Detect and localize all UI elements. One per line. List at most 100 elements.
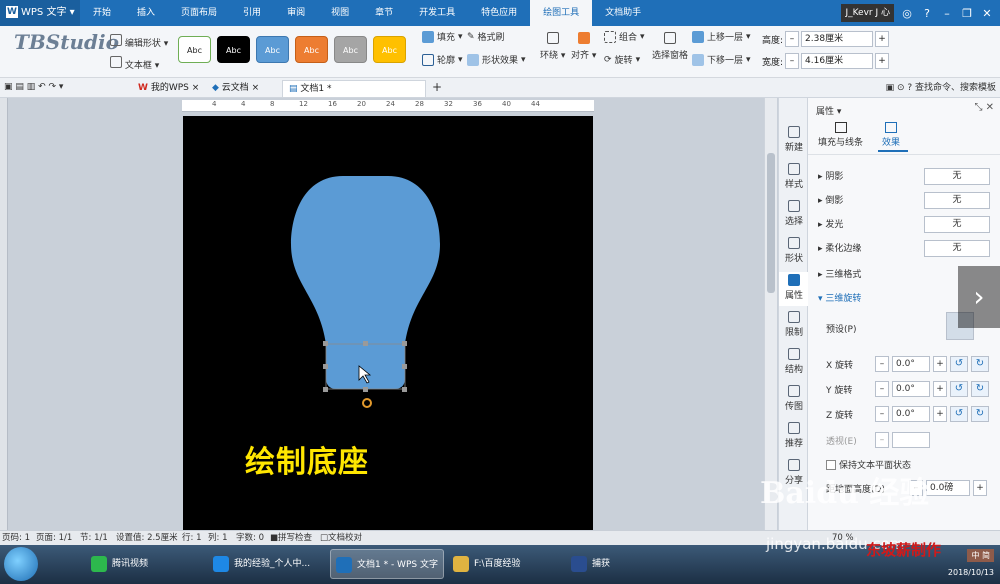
rail-item-0[interactable]: 新建 xyxy=(779,124,809,158)
resize-handle[interactable] xyxy=(323,341,328,346)
tab-1[interactable]: 插入 xyxy=(124,0,168,26)
rail-item-7[interactable]: 传图 xyxy=(779,383,809,417)
distance-input[interactable]: 0.0磅 xyxy=(926,480,970,496)
next-arrow-icon[interactable]: › xyxy=(958,266,1000,328)
rotate-ccw-icon[interactable]: ↺ xyxy=(950,406,968,422)
z-rotation-decrease[interactable]: – xyxy=(875,406,889,422)
start-button[interactable] xyxy=(4,547,38,581)
rotate-up-icon[interactable]: ↺ xyxy=(950,381,968,397)
y-rotation-input[interactable]: 0.0° xyxy=(892,381,930,397)
edit-shape-button[interactable]: 编辑形状 ▾ xyxy=(110,34,168,49)
taskbar-item-4[interactable]: 捕获 xyxy=(566,549,626,579)
quick-access-toolbar[interactable]: ▣ ▤ ▥ ↶ ↷ ▾ xyxy=(4,82,63,92)
rail-item-4[interactable]: 属性 xyxy=(779,272,809,306)
effect-section-1[interactable]: ▸ 倒影无 xyxy=(808,192,1000,210)
tab-my-wps[interactable]: W 我的WPS × xyxy=(132,80,205,97)
command-search[interactable]: ▣ ⊙ ? 查找命令、搜索模板 xyxy=(886,78,996,98)
taskbar-item-0[interactable]: 腾讯视频 xyxy=(86,549,202,579)
width-input[interactable]: 4.16厘米 xyxy=(801,53,874,69)
restore-icon[interactable]: ❐ xyxy=(960,7,974,20)
fill-button[interactable]: 填充 ▾ xyxy=(422,30,463,43)
taskbar-item-3[interactable]: F:\百度经验 xyxy=(448,549,560,579)
z-rotation-increase[interactable]: + xyxy=(933,406,947,422)
tab-2[interactable]: 页面布局 xyxy=(168,0,230,26)
rotate-button[interactable]: ⟳ 旋转 ▾ xyxy=(604,53,645,67)
effect-value-dropdown[interactable]: 无 xyxy=(924,216,990,233)
format-brush-button[interactable]: ✎ 格式刷 xyxy=(467,30,526,44)
x-rotation-input[interactable]: 0.0° xyxy=(892,356,930,372)
send-backward-button[interactable]: 下移一层 ▾ xyxy=(692,53,751,66)
rotate-right-icon[interactable]: ↻ xyxy=(971,356,989,372)
rail-item-8[interactable]: 推荐 xyxy=(779,420,809,454)
shape-style-4[interactable]: Abc xyxy=(334,36,367,63)
rotate-down-icon[interactable]: ↻ xyxy=(971,381,989,397)
tab-3[interactable]: 引用 xyxy=(230,0,274,26)
minimize-icon[interactable]: – xyxy=(940,7,954,20)
resize-handle[interactable] xyxy=(402,341,407,346)
perspective-decrease[interactable]: – xyxy=(875,432,889,448)
help-icon[interactable]: ? xyxy=(920,7,934,20)
height-increase-button[interactable]: + xyxy=(875,31,890,47)
y-rotation-decrease[interactable]: – xyxy=(875,381,889,397)
resize-handle[interactable] xyxy=(363,387,368,392)
resize-handle[interactable] xyxy=(323,364,328,369)
effect-section-0[interactable]: ▸ 阴影无 xyxy=(808,168,1000,186)
effect-value-dropdown[interactable]: 无 xyxy=(924,240,990,257)
tab-10[interactable]: 文档助手 xyxy=(592,0,654,26)
effect-section-3[interactable]: ▸ 柔化边缘无 xyxy=(808,240,1000,258)
group-button[interactable]: 组合 ▾ xyxy=(604,30,645,43)
width-increase-button[interactable]: + xyxy=(875,53,890,69)
bulb-body-shape[interactable] xyxy=(291,176,440,344)
effect-value-dropdown[interactable]: 无 xyxy=(924,192,990,209)
shape-style-0[interactable]: Abc xyxy=(178,36,211,63)
selection-pane-button[interactable]: 选择窗格 xyxy=(652,32,688,61)
tab-8[interactable]: 特色应用 xyxy=(468,0,530,26)
shape-style-2[interactable]: Abc xyxy=(256,36,289,63)
tab-4[interactable]: 审阅 xyxy=(274,0,318,26)
tab-fill-and-line[interactable]: 填充与线条 xyxy=(818,122,863,148)
y-rotation-increase[interactable]: + xyxy=(933,381,947,397)
taskbar-item-2[interactable]: 文档1 * - WPS 文字 xyxy=(330,549,444,579)
skin-icon[interactable]: ◎ xyxy=(900,7,914,20)
effect-value-dropdown[interactable]: 无 xyxy=(924,168,990,185)
tab-effect[interactable]: 效果 xyxy=(882,122,900,148)
resize-handle[interactable] xyxy=(402,387,407,392)
app-menu-button[interactable]: W WPS 文字 ▾ xyxy=(0,0,80,26)
shape-style-1[interactable]: Abc xyxy=(217,36,250,63)
z-rotation-input[interactable]: 0.0° xyxy=(892,406,930,422)
tab-6[interactable]: 章节 xyxy=(362,0,406,26)
close-icon[interactable]: ✕ xyxy=(980,7,994,20)
height-input[interactable]: 2.38厘米 xyxy=(801,31,874,47)
resize-handle[interactable] xyxy=(402,364,407,369)
tab-5[interactable]: 视图 xyxy=(318,0,362,26)
tab-document1[interactable]: ▤ 文档1 * xyxy=(282,80,426,97)
effect-section-2[interactable]: ▸ 发光无 xyxy=(808,216,1000,234)
user-account[interactable]: J_Kevr J 心 xyxy=(841,4,894,22)
vertical-scrollbar[interactable] xyxy=(764,98,777,530)
height-decrease-button[interactable]: – xyxy=(785,31,800,47)
resize-handle[interactable] xyxy=(323,387,328,392)
tab-9[interactable]: 绘图工具 xyxy=(530,0,593,26)
rotate-cw-icon[interactable]: ↻ xyxy=(971,406,989,422)
spell-check-button[interactable]: ■ 拼写检查 xyxy=(270,531,312,545)
wrap-button[interactable]: 环绕 ▾ xyxy=(540,32,565,61)
tab-cloud-docs[interactable]: ◆ 云文档 × xyxy=(206,80,265,97)
rotate-left-icon[interactable]: ↺ xyxy=(950,356,968,372)
resize-handle[interactable] xyxy=(363,341,368,346)
shape-style-3[interactable]: Abc xyxy=(295,36,328,63)
perspective-input[interactable] xyxy=(892,432,930,448)
x-rotation-increase[interactable]: + xyxy=(933,356,947,372)
new-tab-button[interactable]: + xyxy=(432,80,442,94)
text-box-button[interactable]: 文本框 ▾ xyxy=(110,56,159,71)
ime-indicator[interactable]: 中 简 xyxy=(967,549,994,562)
rail-item-3[interactable]: 形状 xyxy=(779,235,809,269)
rail-item-1[interactable]: 样式 xyxy=(779,161,809,195)
tab-7[interactable]: 开发工具 xyxy=(406,0,468,26)
outline-button[interactable]: 轮廓 ▾ xyxy=(422,53,463,66)
width-decrease-button[interactable]: – xyxy=(785,53,800,69)
rotate-handle-icon[interactable] xyxy=(362,398,372,408)
bulb-base-shape[interactable] xyxy=(326,344,405,389)
scroll-thumb[interactable] xyxy=(767,153,775,293)
bring-forward-button[interactable]: 上移一层 ▾ xyxy=(692,30,751,43)
rail-item-5[interactable]: 限制 xyxy=(779,309,809,343)
